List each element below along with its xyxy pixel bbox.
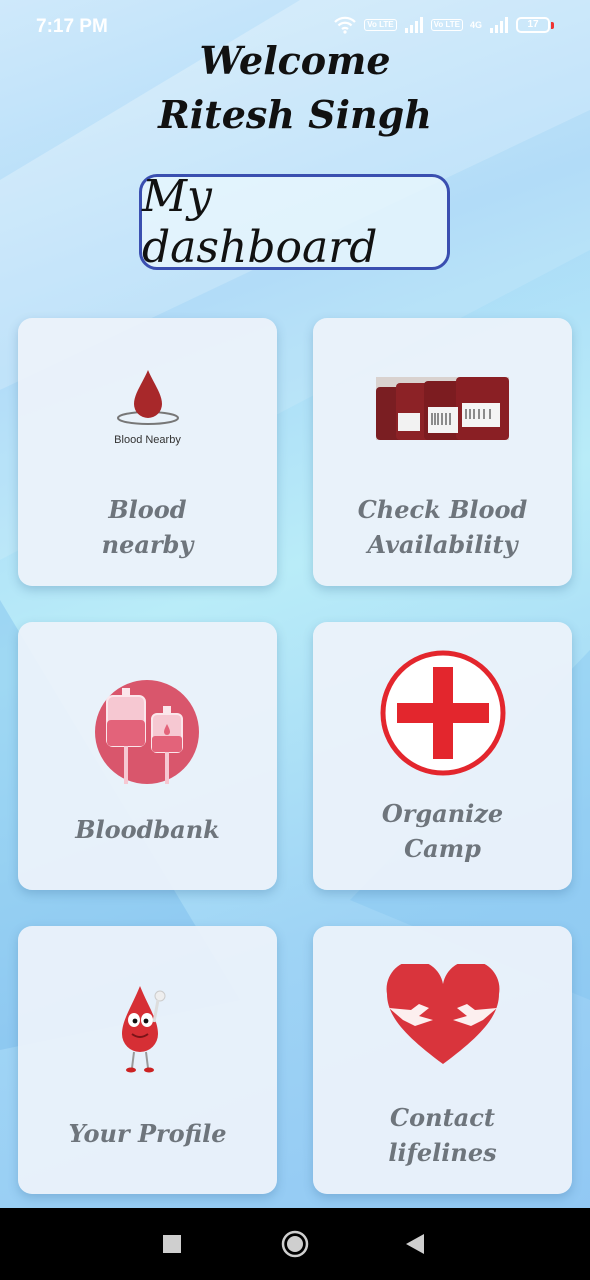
check-blood-availability-label: Check Blood Availability <box>357 495 528 559</box>
volte-badge-1: Vo LTE <box>364 19 397 31</box>
dashboard-title: My dashboard <box>139 171 450 273</box>
welcome-text: Welcome <box>199 38 391 83</box>
contact-lifelines-label: Contact lifelines <box>388 1103 497 1167</box>
your-profile-label: Your Profile <box>68 1119 227 1148</box>
check-blood-availability-card[interactable]: Check Blood Availability <box>313 318 572 586</box>
bloodbank-card[interactable]: Bloodbank <box>18 622 277 890</box>
battery-icon: 17 <box>516 17 554 33</box>
red-cross-icon <box>380 650 506 776</box>
organize-camp-label: Organize Camp <box>381 799 504 863</box>
system-nav-bar <box>0 1208 590 1280</box>
back-triangle-icon[interactable] <box>404 1232 426 1256</box>
recents-square-icon[interactable] <box>162 1234 182 1254</box>
network-type: 4G <box>469 20 482 30</box>
status-icons: Vo LTE Vo LTE 4G 17 <box>333 16 554 34</box>
blood-bags-photo <box>376 377 509 440</box>
blood-nearby-card[interactable]: Blood Nearby Blood nearby <box>18 318 277 586</box>
blood-bank-bags-icon <box>95 680 199 784</box>
contact-lifelines-card[interactable]: Contact lifelines <box>313 926 572 1194</box>
blood-drop-mascot-icon <box>122 986 166 1073</box>
organize-camp-card[interactable]: Organize Camp <box>313 622 572 890</box>
volte-badge-2: Vo LTE <box>430 19 463 31</box>
signal-icon-1 <box>404 17 423 33</box>
battery-level: 17 <box>516 17 550 33</box>
welcome-heading: Welcome Ritesh Singh <box>0 34 590 142</box>
bloodbank-label: Bloodbank <box>75 815 220 844</box>
user-name: Ritesh Singh <box>158 92 432 137</box>
blood-nearby-caption: Blood Nearby <box>114 434 181 446</box>
home-circle-icon[interactable] <box>281 1230 309 1258</box>
heart-hands-icon <box>386 964 500 1064</box>
signal-icon-2 <box>490 17 508 33</box>
your-profile-card[interactable]: Your Profile <box>18 926 277 1194</box>
wifi-icon <box>334 16 357 34</box>
blood-nearby-label: Blood nearby <box>101 495 194 559</box>
